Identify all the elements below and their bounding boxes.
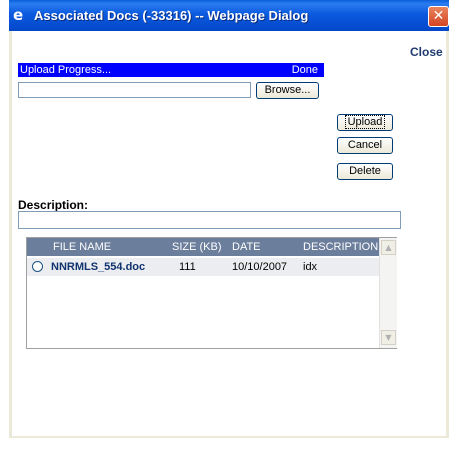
scroll-down-icon[interactable]: ▼ bbox=[381, 330, 396, 345]
file-list-header: FILE NAME SIZE (KB) DATE DESCRIPTION bbox=[27, 238, 379, 256]
delete-button[interactable]: Delete bbox=[337, 163, 393, 180]
upload-progress-bar: Upload Progress... Done bbox=[18, 63, 324, 77]
browse-button[interactable]: Browse... bbox=[256, 82, 319, 99]
description-label: Description: bbox=[18, 198, 89, 212]
file-date: 10/10/2007 bbox=[232, 261, 288, 273]
vertical-scrollbar[interactable]: ▲ ▼ bbox=[379, 238, 397, 348]
table-row[interactable]: NNRMLS_554.doc 111 10/10/2007 idx bbox=[27, 258, 379, 276]
file-description: idx bbox=[303, 261, 318, 273]
scroll-up-icon[interactable]: ▲ bbox=[381, 240, 396, 255]
progress-status: Done bbox=[291, 64, 318, 76]
file-size: 111 bbox=[179, 261, 196, 273]
upload-button[interactable]: Upload bbox=[337, 114, 393, 131]
description-input[interactable] bbox=[18, 211, 401, 229]
file-path-input[interactable] bbox=[18, 82, 251, 98]
ie-icon: e bbox=[13, 6, 24, 24]
progress-label: Upload Progress... bbox=[20, 64, 112, 76]
column-file-name[interactable]: FILE NAME bbox=[53, 238, 111, 256]
column-size[interactable]: SIZE (KB) bbox=[172, 238, 222, 256]
window-title: Associated Docs (-33316) -- Webpage Dial… bbox=[34, 8, 309, 23]
dialog-content: Close Upload Progress... Done Browse... … bbox=[12, 31, 446, 436]
file-name-link[interactable]: NNRMLS_554.doc bbox=[51, 261, 145, 273]
cancel-button[interactable]: Cancel bbox=[337, 137, 393, 154]
window-close-icon[interactable]: ✕ bbox=[428, 6, 449, 27]
file-list: FILE NAME SIZE (KB) DATE DESCRIPTION NNR… bbox=[26, 237, 397, 349]
title-bar[interactable]: e Associated Docs (-33316) -- Webpage Di… bbox=[9, 0, 449, 31]
upload-button-label: Upload bbox=[344, 115, 386, 129]
file-select-radio[interactable] bbox=[32, 261, 43, 272]
column-description[interactable]: DESCRIPTION bbox=[303, 238, 378, 256]
column-date[interactable]: DATE bbox=[232, 238, 261, 256]
close-link[interactable]: Close bbox=[410, 45, 443, 59]
dialog-window: e Associated Docs (-33316) -- Webpage Di… bbox=[9, 0, 449, 438]
